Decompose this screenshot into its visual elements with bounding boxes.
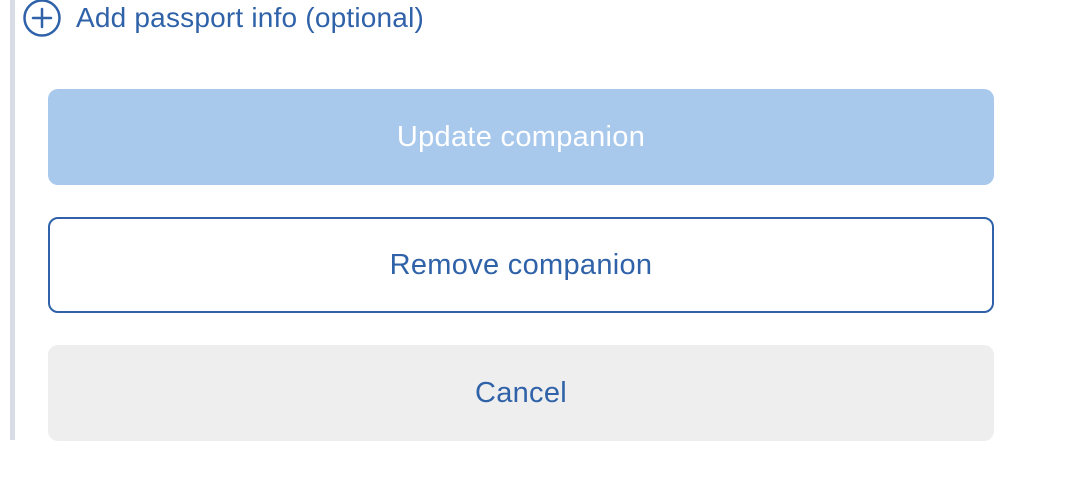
companion-form-footer: Add passport info (optional) Update comp… [0, 0, 1076, 482]
plus-circle-icon [23, 0, 61, 37]
add-passport-link[interactable]: Add passport info (optional) [22, 0, 424, 38]
cancel-button[interactable]: Cancel [48, 345, 994, 441]
section-rail [10, 0, 15, 440]
add-passport-label: Add passport info (optional) [76, 1, 425, 33]
update-companion-button[interactable]: Update companion [48, 89, 994, 185]
remove-companion-button[interactable]: Remove companion [48, 217, 994, 313]
